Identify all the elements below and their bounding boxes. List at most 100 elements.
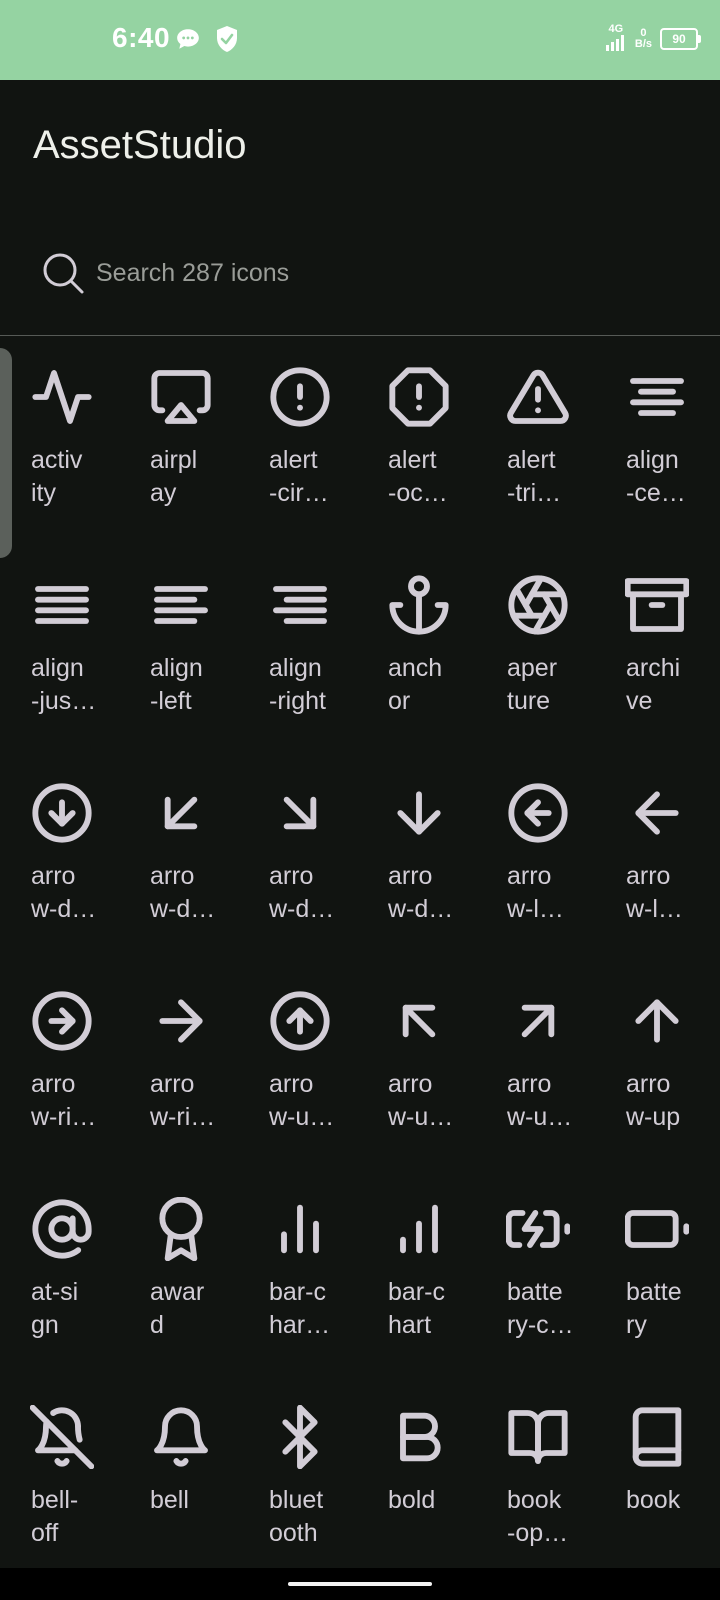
arrow-up-icon (635, 999, 679, 1043)
bell-icon (154, 1407, 208, 1467)
icon-label: bell (150, 1486, 189, 1514)
icon-tile[interactable]: bell (119, 1376, 238, 1584)
arrow-up-right-icon (521, 1004, 555, 1038)
icon-tile[interactable]: bar-c hart (357, 1168, 476, 1376)
icon-label: arro w-d… (269, 862, 335, 923)
icon-label: bar-c har… (269, 1278, 331, 1339)
icon-tile[interactable]: arro w-ri… (119, 960, 238, 1168)
archive-icon (625, 578, 689, 632)
icon-tile[interactable]: anch or (357, 544, 476, 752)
icon-label: bold (388, 1486, 436, 1514)
arrow-left-icon (635, 791, 679, 835)
icon-label: batte ry-c… (507, 1278, 574, 1339)
icon-tile[interactable]: activ ity (0, 336, 119, 544)
align-right-icon (273, 586, 327, 624)
bluetooth-icon (282, 1405, 318, 1469)
icon-tile[interactable]: arro w-up (595, 960, 714, 1168)
icon-tile[interactable]: arro w-d… (357, 752, 476, 960)
icon-label: arro w-l… (507, 862, 564, 923)
anchor-icon (389, 575, 449, 635)
icon-tile[interactable]: awar d (119, 1168, 238, 1376)
icon-label: activ ity (31, 446, 83, 507)
icon-tile[interactable]: alert -oc… (357, 336, 476, 544)
bell-off-icon (30, 1405, 94, 1469)
bold-icon (400, 1412, 441, 1462)
icon-tile[interactable]: arro w-u… (238, 960, 357, 1168)
icon-tile[interactable]: align -ce… (595, 336, 714, 544)
signal-icon (605, 35, 624, 51)
icon-tile[interactable]: book -op… (476, 1376, 595, 1584)
icon-label: airpl ay (150, 446, 198, 507)
icon-grid: activ ity airpl ay alert -cir… alert -oc… alert -… (0, 336, 720, 1584)
battery-indicator: 90 (660, 28, 701, 50)
icon-label: book -op… (507, 1486, 569, 1547)
icon-tile[interactable]: airpl ay (119, 336, 238, 544)
icon-tile[interactable]: aper ture (476, 544, 595, 752)
icon-tile[interactable]: bold (357, 1376, 476, 1584)
icon-tile[interactable]: arro w-d… (238, 752, 357, 960)
arrow-down-icon (397, 791, 441, 835)
icon-tile[interactable]: alert -cir… (238, 336, 357, 544)
network-type: 4G (605, 24, 627, 54)
net-speed: 0 B/s (634, 27, 652, 50)
icon-tile[interactable]: arro w-u… (357, 960, 476, 1168)
search-icon (43, 253, 84, 294)
award-icon (159, 1197, 203, 1261)
icon-label: bluet ooth (269, 1486, 324, 1547)
icon-tile[interactable]: archi ve (595, 544, 714, 752)
navigation-bar (0, 1568, 720, 1600)
icon-tile[interactable]: bar-c har… (238, 1168, 357, 1376)
icon-tile[interactable]: arro w-l… (595, 752, 714, 960)
status-time: 6:40 (112, 22, 171, 53)
bar-chart-2-icon (281, 1204, 319, 1254)
icon-tile[interactable]: arro w-l… (476, 752, 595, 960)
icon-tile[interactable]: alert -tri… (476, 336, 595, 544)
icon-label: anch or (388, 654, 443, 715)
icon-tile[interactable]: batte ry-c… (476, 1168, 595, 1376)
icon-label: alert -tri… (507, 446, 562, 507)
icon-tile[interactable]: align -right (238, 544, 357, 752)
arrow-down-circle-icon (32, 783, 92, 843)
alert-octagon-icon (389, 367, 449, 427)
icon-label: arro w-d… (388, 862, 454, 923)
icon-label: aper ture (507, 654, 558, 715)
status-right-icons: 4G 0 B/s 90 (605, 22, 701, 56)
icon-label: align -jus… (31, 654, 97, 715)
icon-tile[interactable]: batte ry (595, 1168, 714, 1376)
icon-tile[interactable]: arro w-d… (119, 752, 238, 960)
book-icon (632, 1407, 682, 1467)
icon-label: arro w-u… (388, 1070, 454, 1131)
icon-tile[interactable]: arro w-d… (0, 752, 119, 960)
search-bar[interactable] (0, 210, 720, 336)
search-input[interactable] (96, 250, 656, 296)
icon-label: align -right (269, 654, 326, 715)
icon-label: arro w-u… (269, 1070, 335, 1131)
icon-tile[interactable]: book (595, 1376, 714, 1584)
align-center-icon (630, 378, 684, 416)
arrow-up-left-icon (402, 1004, 436, 1038)
icon-tile[interactable]: arro w-u… (476, 960, 595, 1168)
aperture-icon (508, 575, 568, 635)
icon-label: at-si gn (31, 1278, 79, 1339)
home-indicator[interactable] (288, 1582, 432, 1586)
status-bar: 6:40 4G 0 B/s 90 (0, 0, 720, 80)
icon-label: arro w-ri… (150, 1070, 216, 1131)
icon-label: batte ry (626, 1278, 682, 1339)
icon-tile[interactable]: align -left (119, 544, 238, 752)
app-title: AssetStudio (33, 123, 247, 167)
align-justify-icon (35, 586, 89, 624)
icon-tile[interactable]: bluet ooth (238, 1376, 357, 1584)
icon-tile[interactable]: align -jus… (0, 544, 119, 752)
arrow-left-circle-icon (508, 783, 568, 843)
icon-tile[interactable]: at-si gn (0, 1168, 119, 1376)
icon-label: book (626, 1486, 681, 1514)
icon-label: bar-c hart (388, 1278, 445, 1339)
arrow-right-icon (159, 999, 203, 1043)
icon-label: align -ce… (626, 446, 686, 507)
icon-tile[interactable]: bell-off (0, 1376, 119, 1584)
icon-label: arro w-d… (150, 862, 216, 923)
icon-tile[interactable]: arro w-ri… (0, 960, 119, 1168)
alert-circle-icon (270, 367, 330, 427)
book-open-icon (508, 1410, 568, 1464)
icon-label: archi ve (626, 654, 681, 715)
